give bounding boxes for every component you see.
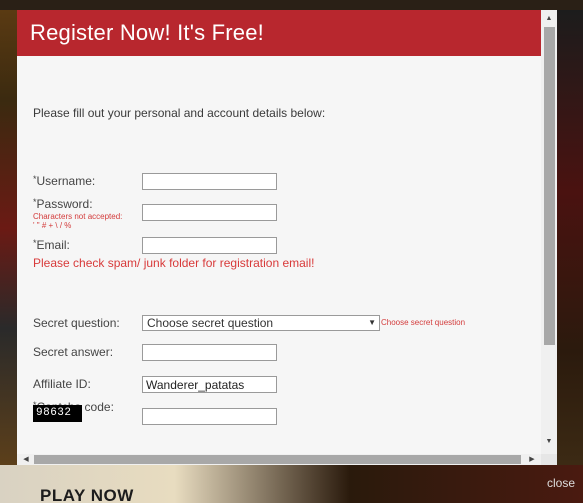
secret-question-selected: Choose secret question <box>147 316 274 330</box>
background-play-now: PLAY NOW <box>40 486 134 503</box>
secret-question-hint: Choose secret question <box>381 318 466 327</box>
vertical-scrollbar[interactable]: ▲ ▼ <box>541 10 557 454</box>
spam-warning: Please check spam/ junk folder for regis… <box>33 256 315 270</box>
password-note: Characters not accepted: ' " # + \ / % <box>33 212 123 230</box>
background-page-left <box>0 10 17 465</box>
scroll-right-icon[interactable]: ▶ <box>525 454 539 465</box>
captcha-input[interactable] <box>142 408 277 425</box>
horizontal-scrollbar[interactable]: ◀ ▶ <box>17 454 541 465</box>
registration-dialog: Register Now! It's Free! Please fill out… <box>17 10 557 465</box>
horizontal-scroll-thumb[interactable] <box>34 455 521 464</box>
password-input[interactable] <box>142 204 277 221</box>
username-input[interactable] <box>142 173 277 190</box>
background-page-right <box>557 10 583 465</box>
scroll-down-icon[interactable]: ▼ <box>541 435 557 449</box>
email-input[interactable] <box>142 237 277 254</box>
secret-answer-label: Secret answer: <box>33 345 114 359</box>
captcha-image: 98632 <box>33 405 82 422</box>
background-page-top <box>0 0 583 10</box>
vertical-scroll-thumb[interactable] <box>544 27 555 345</box>
affiliate-id-input[interactable] <box>142 376 277 393</box>
intro-text: Please fill out your personal and accoun… <box>33 106 326 120</box>
dialog-content: Please fill out your personal and accoun… <box>17 56 541 454</box>
dialog-title: Register Now! It's Free! <box>30 20 264 45</box>
scrollbar-corner <box>541 454 557 465</box>
scroll-left-icon[interactable]: ◀ <box>19 454 33 465</box>
password-label: *Password: <box>33 197 93 211</box>
secret-answer-input[interactable] <box>142 344 277 361</box>
email-label: *Email: <box>33 238 70 252</box>
secret-question-select[interactable]: Choose secret question ▼ <box>142 315 380 331</box>
scroll-up-icon[interactable]: ▲ <box>541 12 557 26</box>
secret-question-label: Secret question: <box>33 316 120 330</box>
affiliate-id-label: Affiliate ID: <box>33 377 91 391</box>
close-link[interactable]: close <box>547 476 575 490</box>
username-label: *Username: <box>33 174 96 188</box>
dialog-header: Register Now! It's Free! <box>17 10 541 56</box>
dropdown-arrow-icon: ▼ <box>368 318 376 327</box>
